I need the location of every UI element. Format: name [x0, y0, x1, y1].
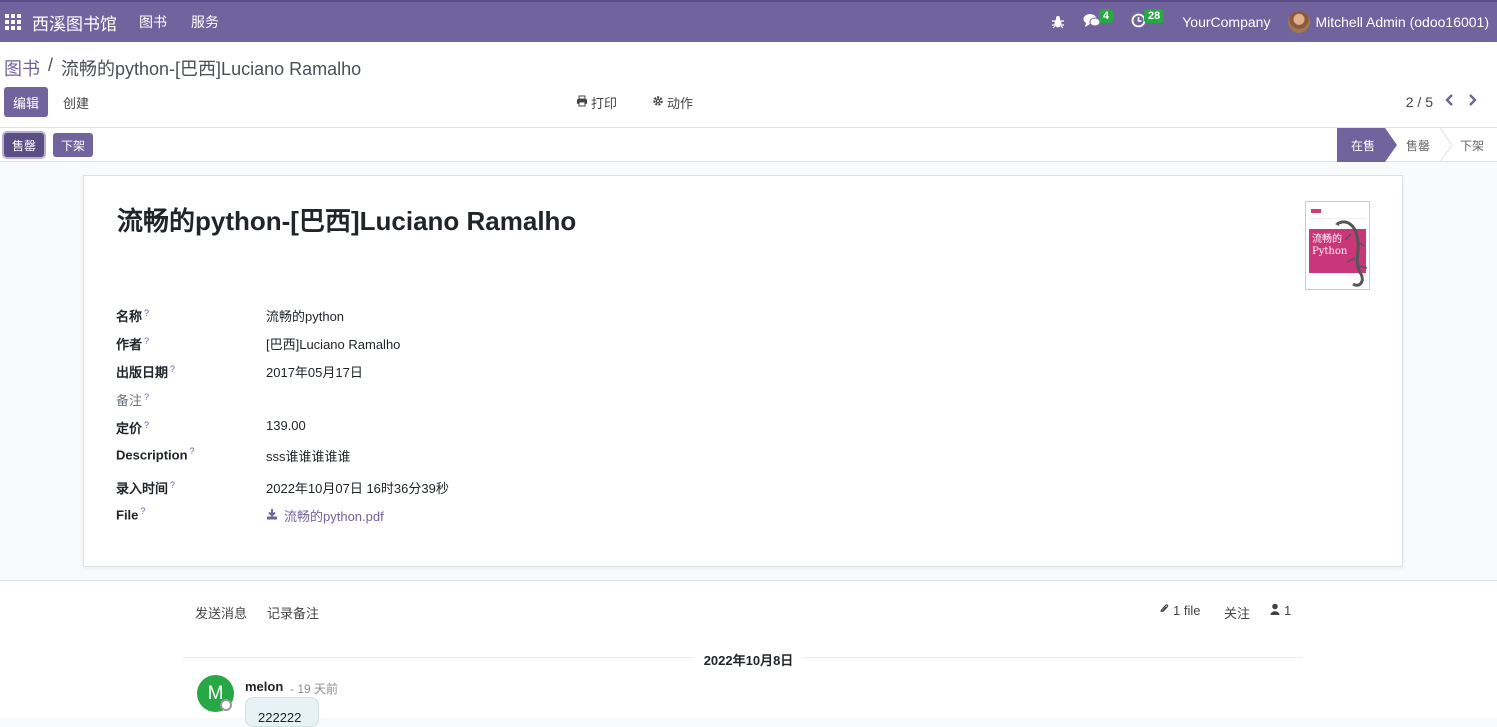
attachments-button[interactable]: 1 file [1159, 603, 1200, 618]
presence-status-icon [220, 699, 232, 711]
followers-button[interactable]: 1 [1270, 603, 1291, 618]
user-name: Mitchell Admin (odoo16001) [1315, 14, 1489, 30]
download-icon [266, 508, 278, 523]
breadcrumb-current: 流畅的python-[巴西]Luciano Ramalho [61, 59, 362, 79]
print-label: 打印 [591, 95, 618, 111]
field-value-price: 139.00 [266, 418, 306, 433]
messages-button[interactable]: 4 [1083, 9, 1113, 31]
messages-count-badge: 4 [1098, 9, 1113, 23]
pager: 2 / 5 [1406, 93, 1477, 111]
field-label-price: 定价? [116, 419, 150, 436]
help-tooltip-icon[interactable]: ? [144, 308, 149, 318]
message-bubble: 222222 [245, 697, 319, 727]
field-value-description: sss谁谁谁谁谁 [266, 449, 351, 464]
log-note-button[interactable]: 记录备注 [267, 603, 319, 622]
field-value-entry-time: 2022年10月07日 16时36分39秒 [266, 481, 449, 496]
field-row-price: 定价? 139.00 [116, 418, 306, 437]
apps-grid-icon[interactable] [5, 14, 21, 30]
record-title: 流畅的python-[巴西]Luciano Ramalho [117, 206, 577, 236]
activities-count-badge: 28 [1143, 9, 1165, 23]
field-row-author: 作者? [巴西]Luciano Ramalho [116, 334, 400, 353]
top-navbar: 西溪图书馆 图书 服务 4 28 YourCompany Mitchell Ad… [0, 0, 1497, 42]
field-label-name: 名称? [116, 307, 150, 324]
print-icon [576, 95, 588, 110]
off-shelf-button[interactable]: 下架 [53, 133, 94, 157]
help-tooltip-icon[interactable]: ? [144, 336, 149, 346]
field-row-publish-date: 出版日期? 2017年05月17日 [116, 362, 363, 381]
user-menu[interactable]: Mitchell Admin (odoo16001) [1288, 11, 1489, 33]
stage-off-shelf[interactable]: 下架 [1460, 128, 1484, 162]
chatter: 发送消息 记录备注 1 file 关注 1 2022年10月8日 M melon… [0, 580, 1497, 727]
help-tooltip-icon[interactable]: ? [144, 392, 149, 402]
field-value-publish-date: 2017年05月17日 [266, 365, 363, 380]
followers-count: 1 [1284, 603, 1292, 618]
send-message-button[interactable]: 发送消息 [195, 603, 247, 622]
print-button[interactable]: 打印 [576, 87, 617, 117]
field-value-author: [巴西]Luciano Ramalho [266, 337, 401, 352]
book-cover-image[interactable]: 流畅的 Python [1305, 201, 1370, 290]
edit-button[interactable]: 编辑 [4, 87, 49, 117]
field-label-note: 备注? [116, 391, 150, 408]
activities-button[interactable]: 28 [1131, 9, 1165, 31]
sold-out-button[interactable]: 售罄 [4, 133, 45, 157]
help-tooltip-icon[interactable]: ? [144, 420, 149, 430]
field-label-file: File? [116, 506, 146, 523]
help-tooltip-icon[interactable]: ? [170, 364, 175, 374]
file-name: 流畅的python.pdf [284, 509, 384, 524]
field-label-author: 作者? [116, 335, 150, 352]
follow-button[interactable]: 关注 [1224, 603, 1250, 622]
field-label-entry-time: 录入时间? [116, 479, 176, 496]
company-switcher[interactable]: YourCompany [1182, 14, 1270, 30]
field-value-name: 流畅的python [266, 309, 345, 324]
breadcrumb-separator: / [48, 55, 54, 75]
message-time: - 19 天前 [290, 682, 339, 696]
stage-sold-out[interactable]: 售罄 [1406, 128, 1430, 162]
field-label-publish-date: 出版日期? [116, 363, 176, 380]
help-tooltip-icon[interactable]: ? [140, 506, 145, 516]
paperclip-icon [1159, 603, 1169, 618]
action-button[interactable]: 动作 [652, 87, 693, 117]
field-row-file: File? 流畅的python.pdf [116, 506, 384, 525]
create-button[interactable]: 创建 [63, 87, 89, 117]
help-tooltip-icon[interactable]: ? [170, 480, 175, 490]
field-row-name: 名称? 流畅的python [116, 306, 344, 325]
user-avatar [1288, 11, 1311, 33]
control-panel: 图书 / 流畅的python-[巴西]Luciano Ramalho 编辑 创建… [0, 42, 1497, 128]
field-row-entry-time: 录入时间? 2022年10月07日 16时36分39秒 [116, 478, 449, 497]
menu-books[interactable]: 图书 [139, 12, 167, 32]
field-row-note: 备注? [116, 390, 266, 409]
action-label: 动作 [667, 95, 694, 111]
chevron-left-icon[interactable] [1445, 93, 1455, 111]
date-separator: 2022年10月8日 [0, 650, 1497, 669]
pager-value[interactable]: 2 / 5 [1406, 94, 1433, 110]
lizard-illustration [1335, 220, 1368, 287]
chevron-right-icon[interactable] [1467, 93, 1477, 111]
user-icon [1270, 603, 1280, 618]
stage-on-sale[interactable]: 在售 [1337, 128, 1398, 162]
app-brand[interactable]: 西溪图书馆 [32, 10, 117, 35]
attachments-count: 1 file [1173, 603, 1201, 618]
form-sheet: 流畅的python-[巴西]Luciano Ramalho 流畅的 Python… [83, 175, 1403, 567]
menu-services[interactable]: 服务 [191, 12, 219, 32]
help-tooltip-icon[interactable]: ? [190, 446, 195, 456]
breadcrumb-parent[interactable]: 图书 [4, 55, 40, 81]
stage-divider [1440, 128, 1452, 162]
debug-bug-icon[interactable] [1051, 15, 1065, 29]
field-label-description: Description? [116, 446, 195, 463]
breadcrumb: 图书 / 流畅的python-[巴西]Luciano Ramalho [4, 55, 361, 81]
field-row-description: Description? sss谁谁谁谁谁 [116, 446, 351, 465]
date-separator-label: 2022年10月8日 [693, 653, 804, 668]
statusbar: 售罄 下架 在售 售罄 下架 [0, 128, 1497, 162]
file-download-link[interactable]: 流畅的python.pdf [266, 506, 384, 525]
message-author[interactable]: melon [245, 679, 283, 694]
gear-icon [652, 95, 664, 110]
